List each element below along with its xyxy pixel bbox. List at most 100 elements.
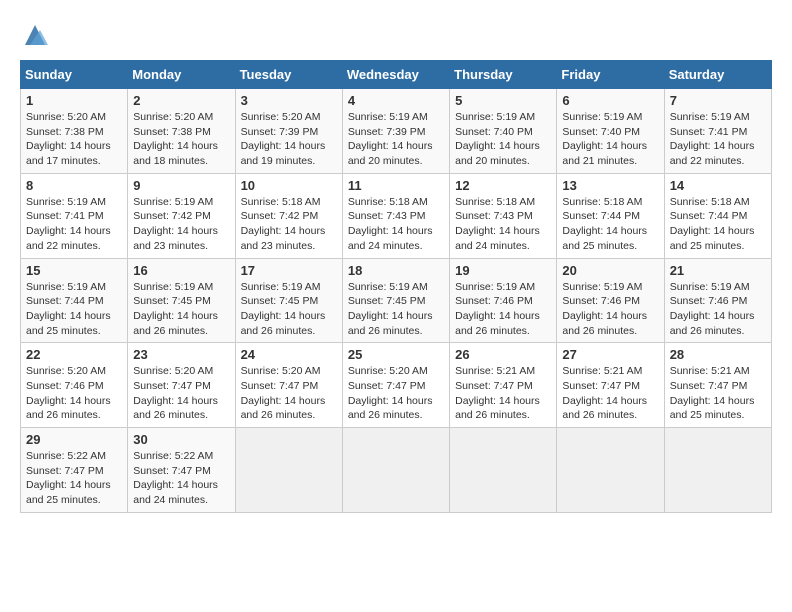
header [20,20,772,50]
cell-content: Sunrise: 5:22 AMSunset: 7:47 PMDaylight:… [133,449,229,508]
calendar-header: SundayMondayTuesdayWednesdayThursdayFrid… [21,61,772,89]
cell-line: Daylight: 14 hours [455,394,551,409]
cell-line: Sunset: 7:38 PM [26,125,122,140]
logo [20,20,52,50]
cell-line: Sunset: 7:46 PM [455,294,551,309]
cell-line: and 18 minutes. [133,154,229,169]
cell-line: Sunrise: 5:20 AM [348,364,444,379]
cell-line: Sunset: 7:38 PM [133,125,229,140]
cell-line: Sunrise: 5:21 AM [562,364,658,379]
calendar-cell: 25Sunrise: 5:20 AMSunset: 7:47 PMDayligh… [342,343,449,428]
cell-line: Sunrise: 5:20 AM [241,110,337,125]
cell-line: Sunset: 7:43 PM [455,209,551,224]
calendar-week-row: 29 Sunrise: 5:22 AMSunset: 7:47 PMDayligh… [21,428,772,513]
day-number: 19 [455,263,551,278]
cell-line: Daylight: 14 hours [562,309,658,324]
calendar-week-row: 15 Sunrise: 5:19 AM Sunset: 7:44 PM Dayligh… [21,258,772,343]
day-number: 21 [670,263,766,278]
cell-content: Sunrise: 5:19 AMSunset: 7:39 PMDaylight:… [348,110,444,169]
calendar-cell: 1 Sunrise: 5:20 AMSunset: 7:38 PMDaylight… [21,89,128,174]
calendar-cell: 22Sunrise: 5:20 AMSunset: 7:46 PMDayligh… [21,343,128,428]
day-number: 30 [133,432,229,447]
cell-line: and 25 minutes. [562,239,658,254]
cell-line: Sunset: 7:47 PM [670,379,766,394]
cell-line: Daylight: 14 hours [670,139,766,154]
cell-content: Sunrise: 5:20 AMSunset: 7:38 PMDaylight:… [26,110,122,169]
cell-line: Daylight: 14 hours [562,139,658,154]
cell-line: Sunrise: 5:19 AM [670,110,766,125]
cell-line: Sunset: 7:42 PM [133,209,229,224]
cell-line: Daylight: 14 hours [133,394,229,409]
calendar-cell: 3Sunrise: 5:20 AMSunset: 7:39 PMDaylight… [235,89,342,174]
cell-content: Sunrise: 5:19 AMSunset: 7:45 PMDaylight:… [348,280,444,339]
cell-line: Sunrise: 5:20 AM [133,110,229,125]
cell-content: Sunrise: 5:19 AMSunset: 7:45 PMDaylight:… [133,280,229,339]
calendar-cell: 18Sunrise: 5:19 AMSunset: 7:45 PMDayligh… [342,258,449,343]
cell-line: Daylight: 14 hours [348,139,444,154]
calendar-cell: 2Sunrise: 5:20 AMSunset: 7:38 PMDaylight… [128,89,235,174]
cell-line: and 26 minutes. [133,324,229,339]
day-number: 22 [26,347,122,362]
cell-line: Sunset: 7:47 PM [26,464,122,479]
calendar-cell: 28Sunrise: 5:21 AMSunset: 7:47 PMDayligh… [664,343,771,428]
day-number: 15 [26,263,122,278]
cell-content: Sunrise: 5:19 AMSunset: 7:40 PMDaylight:… [455,110,551,169]
header-tuesday: Tuesday [235,61,342,89]
cell-content: Sunrise: 5:19 AMSunset: 7:46 PMDaylight:… [455,280,551,339]
logo-icon [20,20,50,50]
header-thursday: Thursday [450,61,557,89]
cell-content: Sunrise: 5:21 AMSunset: 7:47 PMDaylight:… [455,364,551,423]
day-number: 5 [455,93,551,108]
cell-line: Sunrise: 5:19 AM [562,280,658,295]
calendar-cell [664,428,771,513]
cell-line: Sunset: 7:47 PM [241,379,337,394]
day-number: 14 [670,178,766,193]
calendar-week-row: 22Sunrise: 5:20 AMSunset: 7:46 PMDayligh… [21,343,772,428]
day-number: 24 [241,347,337,362]
cell-line: Sunset: 7:47 PM [562,379,658,394]
cell-content: Sunrise: 5:20 AMSunset: 7:47 PMDaylight:… [133,364,229,423]
calendar-cell: 8Sunrise: 5:19 AMSunset: 7:41 PMDaylight… [21,173,128,258]
day-number: 1 [26,93,122,108]
day-number: 25 [348,347,444,362]
cell-line: Sunset: 7:47 PM [133,379,229,394]
cell-line: and 21 minutes. [562,154,658,169]
day-number: 26 [455,347,551,362]
cell-line: and 19 minutes. [241,154,337,169]
calendar-cell: 5 Sunrise: 5:19 AMSunset: 7:40 PMDaylight… [450,89,557,174]
cell-line: and 22 minutes. [26,239,122,254]
header-row: SundayMondayTuesdayWednesdayThursdayFrid… [21,61,772,89]
cell-line: and 24 minutes. [455,239,551,254]
cell-line: Sunrise: 5:19 AM [26,195,122,210]
cell-line: Sunrise: 5:19 AM [455,110,551,125]
cell-line: Daylight: 14 hours [670,224,766,239]
cell-content: Sunrise: 5:18 AMSunset: 7:44 PMDaylight:… [670,195,766,254]
calendar-cell: 6Sunrise: 5:19 AMSunset: 7:40 PMDaylight… [557,89,664,174]
day-number: 17 [241,263,337,278]
day-number: 28 [670,347,766,362]
cell-line: and 26 minutes. [455,324,551,339]
cell-line: Sunrise: 5:19 AM [562,110,658,125]
calendar-cell: 20Sunrise: 5:19 AMSunset: 7:46 PMDayligh… [557,258,664,343]
day-number: 29 [26,432,122,447]
cell-line: Sunrise: 5:21 AM [455,364,551,379]
cell-line: Daylight: 14 hours [26,478,122,493]
header-wednesday: Wednesday [342,61,449,89]
cell-line: Sunrise: 5:18 AM [670,195,766,210]
calendar-cell: 27Sunrise: 5:21 AMSunset: 7:47 PMDayligh… [557,343,664,428]
cell-line: Sunset: 7:44 PM [562,209,658,224]
cell-content: Sunrise: 5:19 AMSunset: 7:46 PMDaylight:… [670,280,766,339]
cell-line: Sunrise: 5:19 AM [133,195,229,210]
cell-line: and 26 minutes. [670,324,766,339]
cell-line: Sunset: 7:47 PM [133,464,229,479]
cell-line: and 26 minutes. [241,324,337,339]
calendar-cell: 30 Sunrise: 5:22 AMSunset: 7:47 PMDayligh… [128,428,235,513]
calendar-cell [235,428,342,513]
cell-line: Sunset: 7:41 PM [670,125,766,140]
cell-line: Daylight: 14 hours [26,224,122,239]
calendar-cell: 15Sunrise: 5:19 AMSunset: 7:44 PMDayligh… [21,258,128,343]
cell-line: Daylight: 14 hours [133,139,229,154]
cell-line: Sunset: 7:44 PM [26,294,122,309]
cell-line: Daylight: 14 hours [26,394,122,409]
cell-line: Daylight: 14 hours [133,224,229,239]
